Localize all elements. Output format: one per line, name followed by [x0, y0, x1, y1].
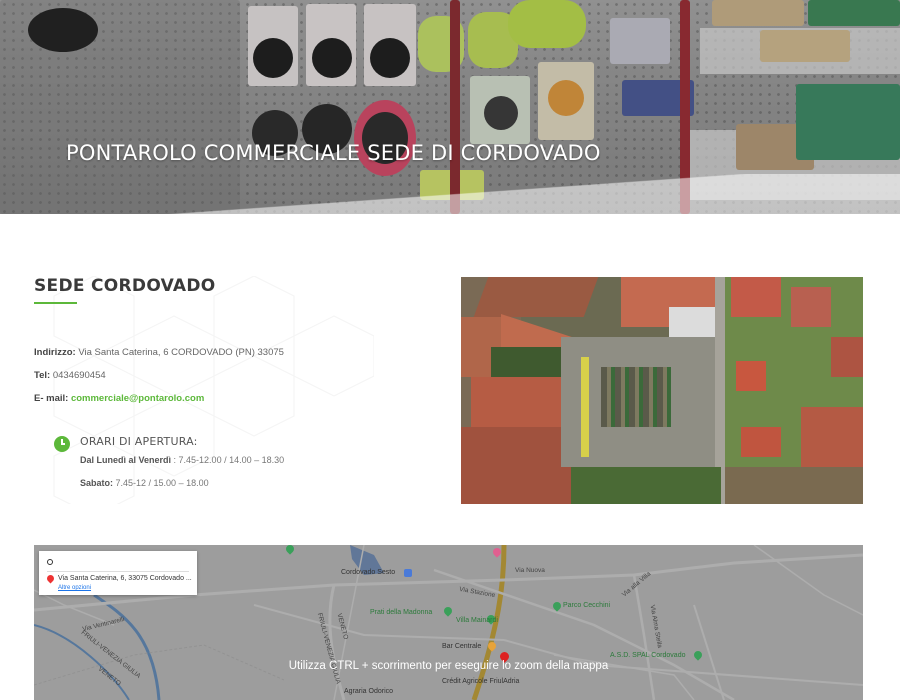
phone-value: 0434690454	[50, 370, 106, 381]
aerial-stock	[581, 357, 589, 457]
page-title: PONTAROLO COMMERCIALE SEDE DI CORDOVADO	[66, 141, 601, 165]
email-link[interactable]: commerciale@pontarolo.com	[71, 393, 204, 404]
map-embed[interactable]: Cordovado Sesto Via Nuova Via Stazione P…	[34, 545, 863, 700]
aerial-area	[725, 467, 863, 504]
map-zoom-hint: Utilizza CTRL + scorrimento per eseguire…	[288, 660, 609, 672]
map-label: Via Nuova	[515, 567, 545, 574]
hero-angle-cut	[0, 174, 900, 214]
aerial-roof	[801, 407, 863, 467]
title-underline	[34, 302, 77, 304]
map-address: Via Santa Caterina, 6, 33075 Cordovado .…	[58, 575, 192, 582]
weekday-hours: Dal Lunedì al Venerdì : 7.45-12.00 / 14.…	[80, 455, 284, 465]
aerial-roof	[831, 337, 863, 377]
aerial-roof	[731, 277, 781, 317]
weekday-hours-value: : 7.45-12.00 / 14.00 – 18.30	[171, 455, 285, 465]
origin-icon	[47, 559, 53, 565]
sede-info: SEDE CORDOVADO Indirizzo: Via Santa Cate…	[34, 276, 374, 504]
aerial-roof	[736, 361, 766, 391]
email-label: E- mail:	[34, 393, 69, 404]
aerial-roof	[669, 307, 719, 337]
aerial-stock	[601, 367, 671, 427]
email-line: E- mail: commerciale@pontarolo.com	[34, 393, 204, 404]
map-label: Villa Mainardi	[456, 617, 498, 624]
saturday-label: Sabato:	[80, 478, 114, 488]
map-label: Bar Centrale	[442, 643, 482, 650]
weekday-label: Dal Lunedì al Venerdì	[80, 455, 172, 465]
map-label: Cordovado Sesto	[341, 569, 396, 576]
map-label: Crédit Agricole FriulAdria	[442, 678, 520, 685]
saturday-hours: Sabato: 7.45-12 / 15.00 – 18.00	[80, 478, 209, 488]
hero-banner: PONTAROLO COMMERCIALE SEDE DI CORDOVADO	[0, 0, 900, 214]
aerial-photo	[461, 277, 863, 504]
map-label: Agraria Odorico	[344, 688, 394, 695]
more-options-link[interactable]: Altre opzioni	[58, 585, 91, 591]
phone-label: Tel:	[34, 370, 51, 381]
opening-hours-title: ORARI DI APERTURA:	[80, 435, 198, 448]
clock-icon	[54, 436, 70, 452]
hex-pattern	[53, 276, 374, 504]
aerial-roof	[473, 277, 599, 317]
phone-line: Tel: 0434690454	[34, 370, 106, 381]
saturday-hours-value: 7.45-12 / 15.00 – 18.00	[113, 478, 209, 488]
aerial-roof	[791, 287, 831, 327]
map-label: Parco Cecchini	[563, 602, 611, 609]
address-line: Indirizzo: Via Santa Caterina, 6 CORDOVA…	[34, 347, 284, 358]
aerial-roof	[461, 427, 571, 504]
aerial-trees	[571, 467, 721, 504]
address-label: Indirizzo:	[34, 347, 76, 358]
map-label: A.S.D. SPAL Cordovado	[610, 652, 686, 659]
address-value: Via Santa Caterina, 6 CORDOVADO (PN) 330…	[75, 347, 284, 358]
bus-stop-icon	[404, 569, 412, 577]
sede-title: SEDE CORDOVADO	[34, 276, 216, 296]
map-pin-icon	[45, 573, 56, 584]
map-info-box: Via Santa Caterina, 6, 33075 Cordovado .…	[39, 551, 197, 595]
map-label: Prati della Madonna	[370, 609, 433, 616]
divider	[47, 571, 189, 572]
aerial-roof	[741, 427, 781, 457]
